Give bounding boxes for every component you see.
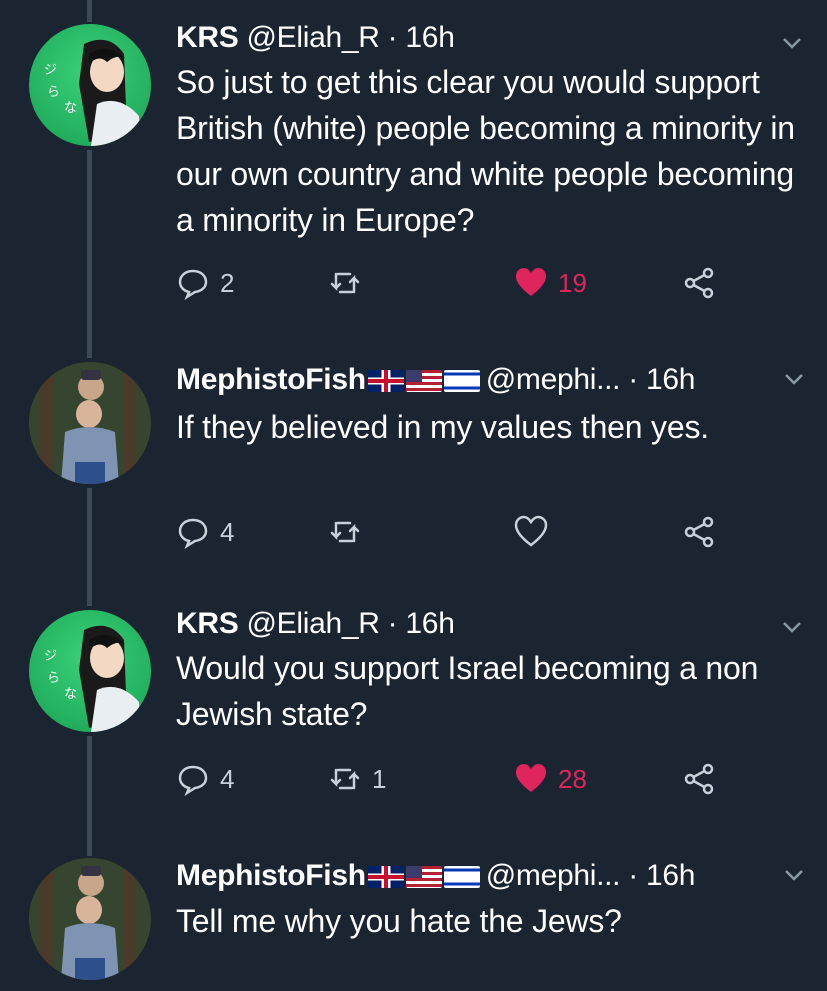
thread-line <box>87 736 92 856</box>
anime-girl-avatar-image: ジ ら な <box>44 625 141 732</box>
uk-flag-icon <box>367 866 404 889</box>
reply-count: 2 <box>220 267 235 298</box>
us-flag-icon <box>405 370 442 393</box>
svg-text:ら: ら <box>47 85 60 100</box>
share-icon <box>684 763 714 795</box>
israel-flag-icon <box>443 866 480 889</box>
user-handle[interactable]: @Eliah_R <box>247 21 380 54</box>
flag-emojis <box>367 866 480 889</box>
share-button[interactable] <box>682 762 716 796</box>
retweet-count: 1 <box>372 763 387 794</box>
anime-girl-avatar-image: ジ ら な <box>44 39 141 146</box>
reply-count: 4 <box>220 763 235 794</box>
avatar[interactable]: ジ ら な <box>29 24 151 146</box>
thread-line <box>87 0 92 22</box>
tweet-text: Would you support Israel becoming a non … <box>176 650 759 732</box>
reply-icon <box>178 518 208 549</box>
heart-filled-icon <box>516 764 546 792</box>
display-name[interactable]: KRS <box>176 21 239 54</box>
timestamp[interactable]: 16h <box>646 363 695 396</box>
like-button[interactable]: 28 <box>514 762 587 796</box>
retweet-icon <box>330 521 360 543</box>
display-name[interactable]: MephistoFish <box>176 859 366 892</box>
share-button[interactable] <box>682 266 716 300</box>
tweet-actions: 4 <box>176 515 736 555</box>
reply-button[interactable]: 4 <box>176 762 234 796</box>
like-count: 19 <box>558 267 587 298</box>
flag-emojis <box>367 370 480 393</box>
retweet-icon <box>330 768 360 790</box>
tweet-text: So just to get this clear you would supp… <box>176 64 795 238</box>
share-icon <box>684 516 714 548</box>
retweet-button[interactable]: 1 <box>328 762 386 796</box>
uk-flag-icon <box>367 370 404 393</box>
chevron-down-icon[interactable] <box>781 32 803 54</box>
thread-line <box>87 150 92 358</box>
tweet-header: MephistoFish @mephi... · 16h <box>176 362 695 398</box>
tweet-header: MephistoFish @mephi... · 16h <box>176 858 695 894</box>
heart-filled-icon <box>516 268 546 296</box>
svg-text:ら: ら <box>47 671 60 686</box>
display-name[interactable]: KRS <box>176 607 239 640</box>
timestamp[interactable]: 16h <box>646 859 695 892</box>
reply-button[interactable]: 2 <box>176 266 234 300</box>
like-button[interactable]: 19 <box>514 266 587 300</box>
tweet-text: If they believed in my values then yes. <box>176 409 709 445</box>
retweet-button[interactable] <box>328 266 372 300</box>
retweet-icon <box>330 272 360 294</box>
share-button[interactable] <box>682 515 716 549</box>
man-with-child-avatar-image <box>29 858 151 980</box>
tweet-actions: 4 1 28 <box>176 762 736 802</box>
tweet-header: KRS @Eliah_R · 16h <box>176 20 455 56</box>
us-flag-icon <box>405 866 442 889</box>
chevron-down-icon[interactable] <box>781 616 803 638</box>
avatar[interactable] <box>29 858 151 980</box>
svg-text:な: な <box>64 101 77 116</box>
share-icon <box>684 267 714 299</box>
avatar[interactable] <box>29 362 151 484</box>
svg-text:ジ: ジ <box>44 649 57 664</box>
reply-count: 4 <box>220 516 235 547</box>
heart-outline-icon <box>514 515 548 547</box>
retweet-button[interactable] <box>328 515 372 549</box>
separator-dot: · <box>387 607 398 640</box>
svg-text:ジ: ジ <box>44 63 57 78</box>
separator-dot: · <box>628 363 638 396</box>
like-count: 28 <box>558 763 587 794</box>
timestamp[interactable]: 16h <box>405 607 454 640</box>
separator-dot: · <box>387 21 398 54</box>
tweet-header: KRS @Eliah_R · 16h <box>176 606 455 642</box>
tweet-actions: 2 19 <box>176 266 736 306</box>
timestamp[interactable]: 16h <box>405 21 454 54</box>
thread-line <box>87 488 92 606</box>
svg-text:な: な <box>64 687 77 702</box>
chevron-down-icon[interactable] <box>783 864 805 886</box>
reply-button[interactable]: 4 <box>176 515 234 549</box>
israel-flag-icon <box>443 370 480 393</box>
user-handle[interactable]: @Eliah_R <box>247 607 380 640</box>
chevron-down-icon[interactable] <box>783 368 805 390</box>
like-button[interactable] <box>514 515 558 549</box>
user-handle[interactable]: @mephi... <box>486 363 621 396</box>
user-handle[interactable]: @mephi... <box>486 859 621 892</box>
man-with-child-avatar-image <box>29 362 151 484</box>
avatar[interactable]: ジ ら な <box>29 610 151 732</box>
reply-icon <box>178 765 208 796</box>
separator-dot: · <box>628 859 638 892</box>
reply-icon <box>178 269 208 300</box>
tweet-text: Tell me why you hate the Jews? <box>176 903 622 939</box>
display-name[interactable]: MephistoFish <box>176 363 366 396</box>
